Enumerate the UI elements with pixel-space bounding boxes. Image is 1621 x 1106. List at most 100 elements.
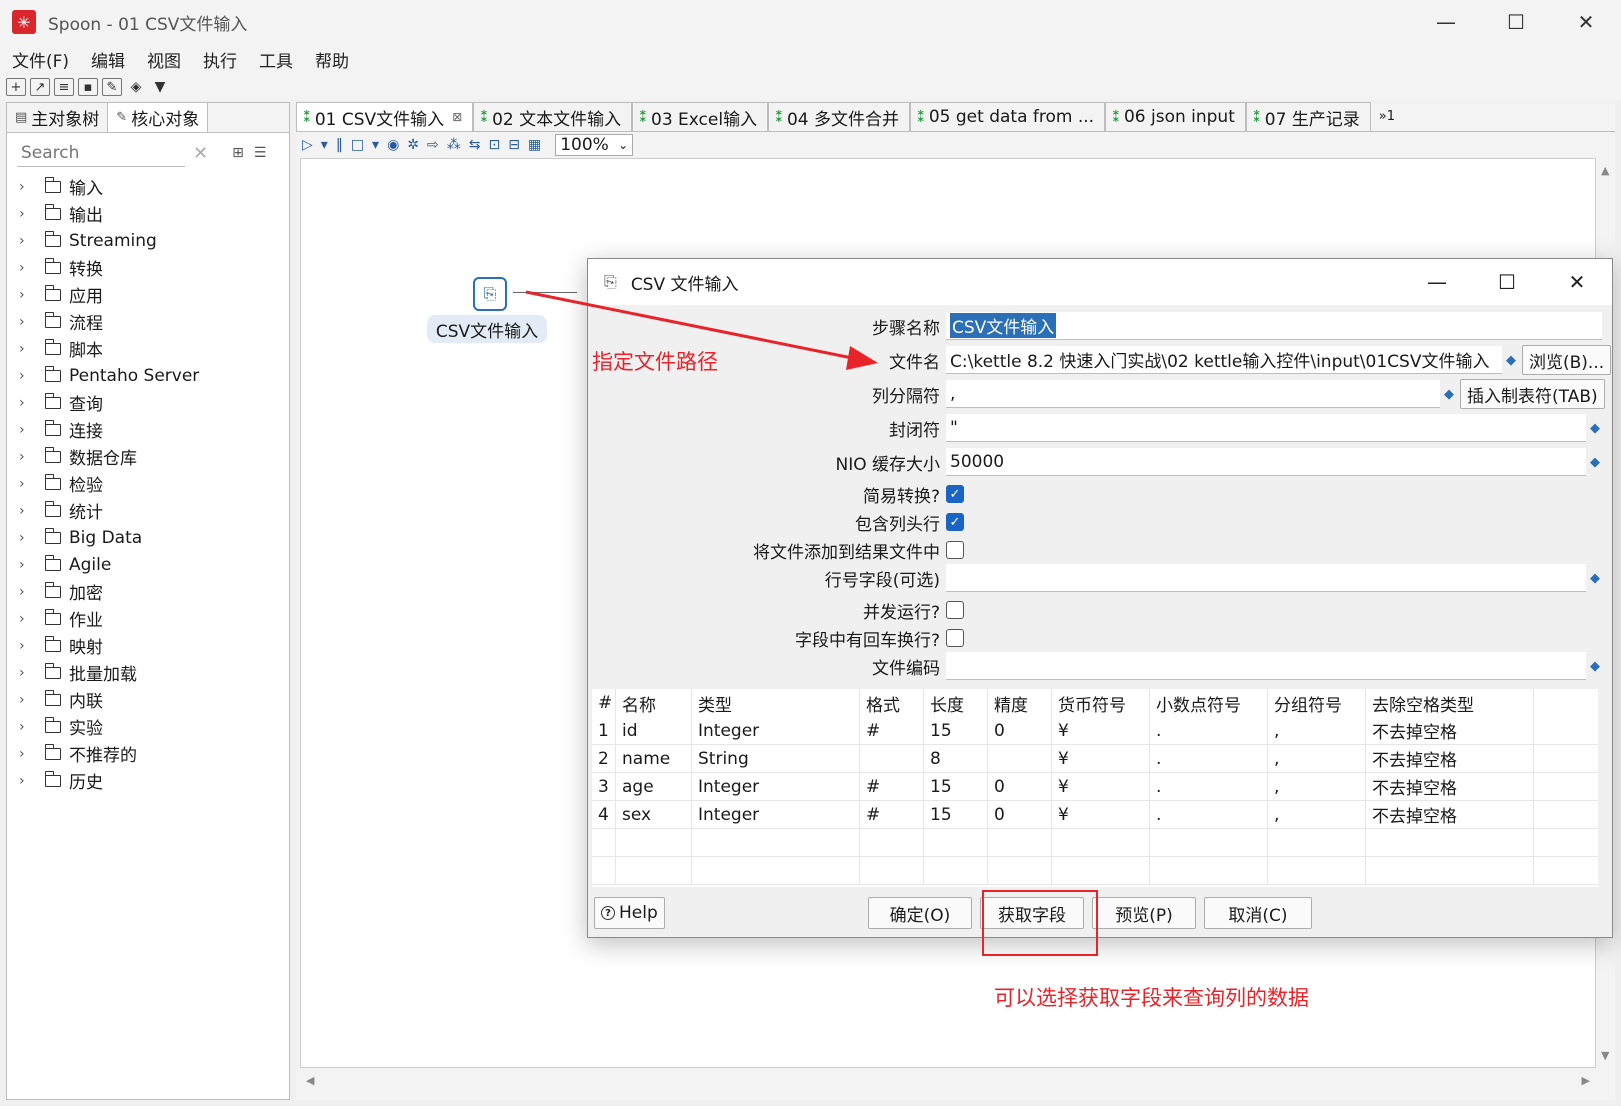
- table-cell[interactable]: #: [860, 716, 924, 745]
- tab-04[interactable]: ⁑ 04 多文件合并: [768, 102, 910, 131]
- table-cell[interactable]: ,: [1268, 772, 1366, 801]
- table-cell[interactable]: [860, 856, 924, 885]
- table-cell[interactable]: 15: [924, 716, 988, 745]
- tree-item[interactable]: › Streaming: [7, 227, 289, 254]
- table-cell[interactable]: 2: [592, 744, 616, 773]
- table-cell[interactable]: [692, 856, 860, 885]
- explore-db-icon[interactable]: ⊟: [508, 137, 520, 153]
- table-cell[interactable]: ,: [1268, 744, 1366, 773]
- tree-item[interactable]: › 内联: [7, 686, 289, 713]
- close-icon[interactable]: ✕: [1542, 259, 1612, 305]
- chevron-right-icon[interactable]: ›: [19, 557, 37, 573]
- table-cell[interactable]: #: [860, 772, 924, 801]
- open-file-icon[interactable]: ↗: [30, 78, 50, 96]
- explore-repo-icon[interactable]: ≡: [54, 78, 74, 96]
- table-cell[interactable]: 不去掉空格: [1366, 716, 1534, 745]
- menu-tools[interactable]: 工具: [259, 47, 293, 72]
- debug-icon[interactable]: ✲: [407, 137, 419, 153]
- tab-05[interactable]: ⁑ 05 get data from ...: [910, 102, 1106, 131]
- column-header[interactable]: 格式: [860, 689, 924, 717]
- scroll-down-icon[interactable]: ▼: [1601, 1049, 1609, 1062]
- run-icon[interactable]: ▷: [302, 137, 313, 153]
- encoding-select[interactable]: [946, 652, 1586, 680]
- column-header[interactable]: 名称: [616, 689, 692, 717]
- chevron-right-icon[interactable]: ›: [19, 449, 37, 465]
- variable-icon[interactable]: ◆: [1444, 387, 1454, 402]
- table-cell[interactable]: [616, 856, 692, 885]
- chevron-down-icon[interactable]: ▾: [372, 137, 379, 153]
- column-header[interactable]: 货币符号: [1052, 689, 1150, 717]
- table-cell[interactable]: 0: [988, 772, 1052, 801]
- table-cell[interactable]: [616, 828, 692, 857]
- preview-button[interactable]: 预览(P): [1092, 897, 1196, 929]
- table-cell[interactable]: .: [1150, 772, 1268, 801]
- scroll-right-icon[interactable]: ▶: [1582, 1074, 1590, 1087]
- table-cell[interactable]: 15: [924, 800, 988, 829]
- tab-01[interactable]: ⁑ 01 CSV文件输入 ⊠: [296, 102, 474, 131]
- table-cell[interactable]: ¥: [1052, 744, 1150, 773]
- tab-main-tree[interactable]: ▤ 主对象树: [7, 103, 109, 132]
- tab-07[interactable]: ⁑ 07 生产记录: [1245, 102, 1371, 131]
- table-cell[interactable]: [1268, 828, 1366, 857]
- nio-buffer-input[interactable]: 50000: [946, 448, 1586, 476]
- tree-item[interactable]: › 脚本: [7, 335, 289, 362]
- maximize-icon[interactable]: ☐: [1472, 259, 1542, 305]
- search-input[interactable]: [17, 139, 185, 167]
- table-row[interactable]: 2 name String 8 ¥., 不去掉空格: [592, 744, 1598, 773]
- new-file-icon[interactable]: +: [6, 78, 26, 96]
- chevron-right-icon[interactable]: ›: [19, 341, 37, 357]
- verify-icon[interactable]: ⁂: [447, 137, 461, 153]
- step-name-input[interactable]: CSV文件输入: [946, 312, 1602, 340]
- tree-item[interactable]: › 作业: [7, 605, 289, 632]
- save-icon[interactable]: ▪: [78, 78, 98, 96]
- help-button[interactable]: ? Help: [594, 897, 665, 929]
- tree-item[interactable]: › Pentaho Server: [7, 362, 289, 389]
- table-cell[interactable]: 8: [924, 744, 988, 773]
- scroll-up-icon[interactable]: ▲: [1601, 164, 1609, 177]
- table-cell[interactable]: [1150, 828, 1268, 857]
- table-row[interactable]: [592, 856, 1598, 885]
- table-cell[interactable]: [988, 828, 1052, 857]
- tree-item[interactable]: › 历史: [7, 767, 289, 794]
- table-cell[interactable]: [860, 744, 924, 773]
- enclosure-input[interactable]: ": [946, 414, 1586, 442]
- table-cell[interactable]: sex: [616, 800, 692, 829]
- tree-item[interactable]: › 实验: [7, 713, 289, 740]
- table-cell[interactable]: [592, 856, 616, 885]
- column-header[interactable]: #: [592, 689, 616, 717]
- table-cell[interactable]: [988, 744, 1052, 773]
- table-cell[interactable]: 3: [592, 772, 616, 801]
- table-cell[interactable]: [1366, 856, 1534, 885]
- header-row-checkbox[interactable]: ✓: [946, 513, 964, 531]
- minimize-icon[interactable]: —: [1411, 0, 1481, 44]
- chevron-right-icon[interactable]: ›: [19, 314, 37, 330]
- tree-item[interactable]: › Big Data: [7, 524, 289, 551]
- tab-core-objects[interactable]: ✎ 核心对象: [108, 103, 209, 132]
- ok-button[interactable]: 确定(O): [868, 897, 972, 929]
- menu-file[interactable]: 文件(F): [12, 47, 69, 72]
- newline-in-field-checkbox[interactable]: [946, 629, 964, 647]
- table-cell[interactable]: [1366, 828, 1534, 857]
- filename-input[interactable]: C:\kettle 8.2 快速入门实战\02 kettle输入控件\input…: [946, 346, 1502, 374]
- column-header[interactable]: 长度: [924, 689, 988, 717]
- tree-item[interactable]: › 查询: [7, 389, 289, 416]
- table-cell[interactable]: [1268, 856, 1366, 885]
- table-cell[interactable]: [1052, 856, 1150, 885]
- tree-item[interactable]: › 统计: [7, 497, 289, 524]
- table-cell[interactable]: age: [616, 772, 692, 801]
- tab-06[interactable]: ⁑ 06 json input: [1105, 102, 1246, 131]
- rownum-field-input[interactable]: [946, 564, 1586, 592]
- close-tab-icon[interactable]: ⊠: [452, 110, 462, 124]
- tree-item[interactable]: › 输出: [7, 200, 289, 227]
- tab-02[interactable]: ⁑ 02 文本文件输入: [473, 102, 633, 131]
- chevron-right-icon[interactable]: ›: [19, 206, 37, 222]
- lazy-conversion-checkbox[interactable]: ✓: [946, 485, 964, 503]
- show-results-icon[interactable]: ▦: [528, 137, 541, 153]
- save-as-icon[interactable]: ✎: [102, 78, 122, 96]
- collapse-all-icon[interactable]: ☰: [254, 145, 267, 161]
- tree-item[interactable]: › Agile: [7, 551, 289, 578]
- column-header[interactable]: 精度: [988, 689, 1052, 717]
- clear-search-icon[interactable]: ✕: [193, 143, 208, 164]
- table-cell[interactable]: [924, 828, 988, 857]
- table-cell[interactable]: Integer: [692, 800, 860, 829]
